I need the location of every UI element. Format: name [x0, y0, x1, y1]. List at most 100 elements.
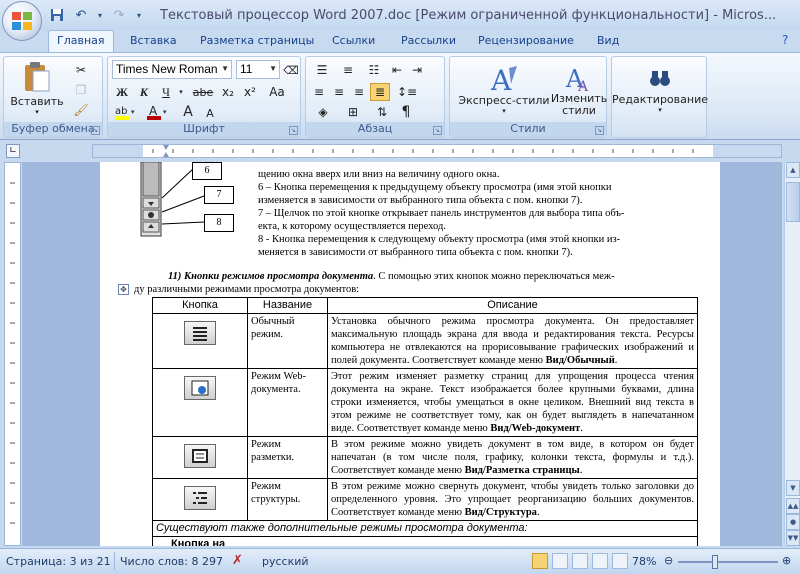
language-indicator[interactable]: русский	[262, 555, 309, 568]
help-icon[interactable]: ?	[782, 33, 788, 47]
select-browse-object-icon[interactable]: ●	[786, 514, 800, 530]
full-screen-reading-icon[interactable]	[552, 553, 568, 569]
format-painter-icon[interactable]: 🖌	[70, 101, 92, 119]
vertical-scrollbar[interactable]: ▲ ▼ ▲▲ ● ▼▼	[784, 162, 800, 546]
borders-icon[interactable]: ⊞	[340, 103, 366, 121]
document-canvas[interactable]: 6 7 8 щению окна вверх или вниз на велич…	[22, 162, 782, 546]
previous-browse-object-icon[interactable]: ▲▲	[786, 498, 800, 514]
underline-dropdown-icon[interactable]: ▾	[176, 83, 186, 101]
font-name-combo[interactable]: Times New Roman ▼	[112, 60, 232, 79]
paragraph-group-label: Абзац	[306, 122, 444, 137]
page-count[interactable]: Страница: 3 из 21	[6, 555, 111, 568]
document-page[interactable]: 6 7 8 щению окна вверх или вниз на велич…	[100, 162, 720, 546]
zoom-out-icon[interactable]: ⊖	[664, 554, 673, 567]
tab-references[interactable]: Ссылки	[332, 34, 375, 47]
office-button[interactable]	[2, 1, 42, 41]
doc-line: 7 – Щелчок по этой кнопке открывает пане…	[258, 208, 625, 219]
quick-access-toolbar: ↶ ▾ ↷ ▾	[48, 5, 144, 25]
mode-description: В этом режиме можно увидеть документ в т…	[327, 436, 698, 479]
copy-icon[interactable]: ❐	[70, 81, 92, 99]
mode-name: Режим разметки.	[247, 436, 328, 479]
justify-icon[interactable]: ≣	[370, 83, 390, 101]
scroll-thumb[interactable]	[786, 182, 800, 222]
grow-font-button[interactable]: A	[178, 103, 198, 121]
outline-view-button-icon[interactable]	[592, 553, 608, 569]
mode-desc-end: .	[579, 465, 583, 476]
multilevel-list-icon[interactable]: ☷	[362, 61, 386, 79]
font-launcher-icon[interactable]: ↘	[289, 126, 298, 135]
editing-label: Редактирование	[612, 92, 708, 106]
editing-button[interactable]: Редактирование ▾	[612, 61, 708, 121]
superscript-button[interactable]: x²	[240, 83, 260, 101]
tab-page-layout[interactable]: Разметка страницы	[200, 34, 314, 47]
show-marks-button[interactable]: ¶	[396, 103, 416, 121]
vertical-ruler[interactable]	[4, 162, 21, 546]
save-icon[interactable]	[48, 6, 66, 24]
table-row: Режим разметки. В этом режиме можно увид…	[152, 436, 698, 479]
numbering-icon[interactable]: ≡	[336, 61, 360, 79]
paste-label: Вставить	[10, 94, 64, 108]
line-spacing-icon[interactable]: ↕≡	[394, 83, 420, 101]
tab-review[interactable]: Рецензирование	[478, 34, 574, 47]
table-header: Кнопка	[152, 297, 248, 314]
qat-customize-icon[interactable]: ▾	[134, 6, 144, 24]
zoom-slider-track[interactable]	[678, 561, 778, 563]
clear-formatting-icon[interactable]: ⌫	[283, 62, 299, 78]
change-case-button[interactable]: Aa	[264, 83, 290, 101]
zoom-in-icon[interactable]: ⊕	[782, 554, 791, 567]
cut-icon[interactable]: ✂	[70, 61, 92, 79]
change-styles-button[interactable]: AA Изменить стили	[551, 59, 607, 121]
tab-insert[interactable]: Вставка	[130, 34, 177, 47]
subscript-button[interactable]: x₂	[218, 83, 238, 101]
shading-icon[interactable]: ◈	[310, 103, 336, 121]
clipboard-launcher-icon[interactable]: ↘	[91, 126, 100, 135]
decrease-indent-icon[interactable]: ⇤	[388, 61, 406, 79]
bold-button[interactable]: Ж	[112, 83, 132, 101]
table-header: Название	[247, 297, 328, 314]
zoom-level[interactable]: 78%	[632, 555, 656, 568]
print-layout-view-icon[interactable]	[532, 553, 548, 569]
underline-button[interactable]: Ч	[156, 83, 176, 101]
mode-desc-text: Установка обычного режима просмотра доку…	[331, 316, 694, 366]
paragraph-launcher-icon[interactable]: ↘	[433, 126, 442, 135]
tab-mailings[interactable]: Рассылки	[401, 34, 456, 47]
font-size-combo[interactable]: 11 ▼	[236, 60, 280, 79]
scroll-down-icon[interactable]: ▼	[786, 480, 800, 496]
next-browse-object-icon[interactable]: ▼▼	[786, 530, 800, 546]
section-text-2: ду различными режимами просмотра докумен…	[134, 284, 360, 295]
horizontal-ruler[interactable]	[92, 144, 782, 158]
zoom-slider-thumb[interactable]	[712, 555, 718, 569]
paste-button[interactable]: Вставить ▾	[10, 59, 64, 117]
italic-button[interactable]: К	[134, 83, 154, 101]
draft-view-icon[interactable]	[612, 553, 628, 569]
increase-indent-icon[interactable]: ⇥	[408, 61, 426, 79]
shrink-font-button[interactable]: A	[200, 105, 220, 121]
align-right-icon[interactable]: ≡	[350, 83, 368, 101]
sort-icon[interactable]: ⇅	[372, 103, 392, 121]
bullets-icon[interactable]: ☰	[310, 61, 334, 79]
align-left-icon[interactable]: ≡	[310, 83, 328, 101]
binoculars-icon	[650, 70, 670, 86]
quick-styles-button[interactable]: A Экспресс-стили ▾	[456, 59, 552, 119]
proofing-icon[interactable]: ✗	[232, 553, 243, 568]
table-move-handle-icon[interactable]: ✥	[118, 284, 129, 295]
word-count[interactable]: Число слов: 8 297	[120, 555, 223, 568]
tab-home[interactable]: Главная	[48, 30, 114, 52]
tab-view[interactable]: Вид	[597, 34, 619, 47]
undo-dropdown-icon[interactable]: ▾	[96, 6, 104, 24]
styles-launcher-icon[interactable]: ↘	[595, 126, 604, 135]
scroll-up-icon[interactable]: ▲	[786, 162, 800, 178]
redo-icon[interactable]: ↷	[110, 6, 128, 24]
web-layout-view-icon[interactable]	[572, 553, 588, 569]
highlight-color-button[interactable]: ab ▾	[112, 103, 140, 121]
tab-stop-selector[interactable]: ∟	[6, 144, 20, 158]
mode-command: Вид/Структура	[464, 507, 537, 518]
mode-command: Вид/Разметка страницы	[464, 465, 580, 476]
table-row: Кнопка на	[152, 536, 698, 546]
quick-styles-icon: A	[490, 64, 517, 94]
undo-icon[interactable]: ↶	[72, 6, 90, 24]
font-color-button[interactable]: A ▾	[144, 103, 172, 121]
table-row: Обычный режим. Установка обычного режима…	[152, 313, 698, 369]
align-center-icon[interactable]: ≡	[330, 83, 348, 101]
strikethrough-button[interactable]: abe	[190, 83, 216, 101]
